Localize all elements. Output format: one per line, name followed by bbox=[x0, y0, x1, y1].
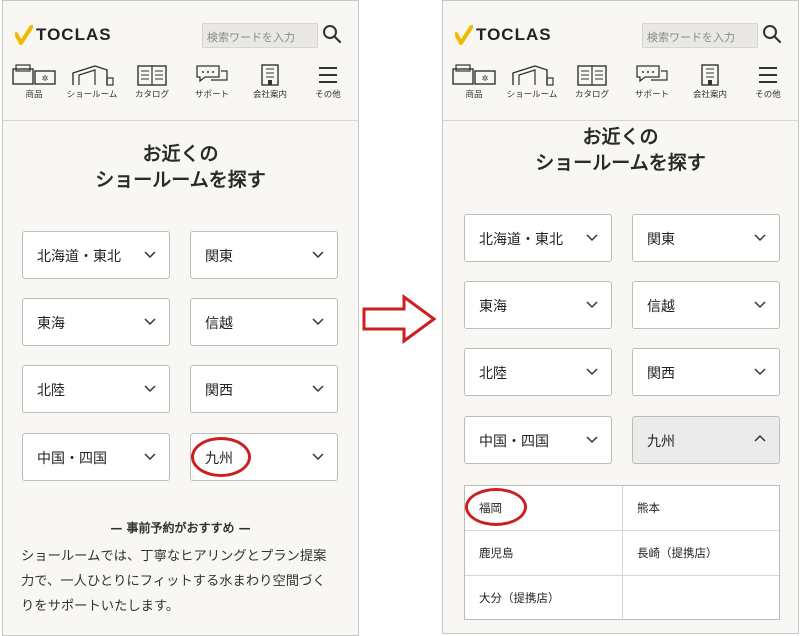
promo-heading: — 事前予約がおすすめ — bbox=[110, 521, 251, 535]
region-select-hokuriku[interactable]: 北陸 bbox=[22, 365, 170, 413]
toclas-logo[interactable]: TOCLAS bbox=[15, 25, 112, 45]
nav-item-showroom[interactable]: ショールーム bbox=[503, 63, 561, 111]
chevron-down-icon bbox=[312, 453, 324, 461]
logo-check-icon bbox=[455, 25, 473, 45]
svg-text:✲: ✲ bbox=[482, 74, 489, 83]
region-select-hokkaido-tohoku[interactable]: 北海道・東北 bbox=[464, 214, 612, 262]
region-select-tokai[interactable]: 東海 bbox=[464, 281, 612, 329]
catalog-icon bbox=[577, 65, 607, 86]
page-title: お近くの ショールームを探す bbox=[95, 143, 266, 191]
chevron-down-icon bbox=[754, 301, 766, 309]
product-icon: ✲ bbox=[452, 64, 496, 85]
nav-item-more[interactable]: その他 bbox=[739, 63, 797, 111]
showroom-option-kagoshima[interactable]: 鹿児島 bbox=[465, 531, 623, 576]
chevron-down-icon bbox=[312, 385, 324, 393]
region-select-kanto[interactable]: 関東 bbox=[632, 214, 780, 262]
search-icon[interactable] bbox=[761, 23, 783, 45]
region-select-kyushu-open[interactable]: 九州 bbox=[632, 416, 780, 464]
main-nav: ✲ 商品 ショールーム カタログ サポート 会社案内 その他 bbox=[443, 63, 798, 111]
catalog-icon bbox=[137, 65, 167, 86]
chevron-down-icon bbox=[586, 368, 598, 376]
nav-item-products[interactable]: ✲ 商品 bbox=[5, 63, 63, 111]
region-select-kansai[interactable]: 関西 bbox=[632, 348, 780, 396]
menu-icon bbox=[319, 67, 337, 83]
nav-item-company[interactable]: 会社案内 bbox=[681, 63, 739, 111]
nav-item-support[interactable]: サポート bbox=[623, 63, 681, 111]
chevron-down-icon bbox=[312, 318, 324, 326]
nav-item-support[interactable]: サポート bbox=[183, 63, 241, 111]
chevron-down-icon bbox=[586, 436, 598, 444]
showroom-option-oita[interactable]: 大分（提携店） bbox=[465, 576, 623, 621]
support-icon bbox=[636, 65, 668, 83]
chevron-down-icon bbox=[144, 453, 156, 461]
region-select-hokuriku[interactable]: 北陸 bbox=[464, 348, 612, 396]
search-input[interactable]: 検索ワードを入力 bbox=[642, 23, 758, 48]
nav-item-more[interactable]: その他 bbox=[299, 63, 357, 111]
empty-cell bbox=[623, 576, 781, 621]
chevron-down-icon bbox=[586, 301, 598, 309]
search-input[interactable]: 検索ワードを入力 bbox=[202, 23, 318, 48]
region-select-shinetsu[interactable]: 信越 bbox=[190, 298, 338, 346]
showroom-icon bbox=[512, 65, 554, 86]
chevron-down-icon bbox=[586, 234, 598, 242]
nav-item-showroom[interactable]: ショールーム bbox=[63, 63, 121, 111]
page-title: お近くの ショールームを探す bbox=[535, 126, 706, 174]
phone-screen-before: TOCLAS 検索ワードを入力 ✲ 商品 ショールーム カタログ サポート 会社… bbox=[2, 0, 359, 636]
logo-text: TOCLAS bbox=[476, 25, 552, 44]
region-select-hokkaido-tohoku[interactable]: 北海道・東北 bbox=[22, 231, 170, 279]
nav-item-company[interactable]: 会社案内 bbox=[241, 63, 299, 111]
highlight-circle bbox=[465, 488, 527, 526]
svg-text:✲: ✲ bbox=[42, 74, 49, 83]
chevron-down-icon bbox=[312, 251, 324, 259]
region-select-chugoku-shikoku[interactable]: 中国・四国 bbox=[464, 416, 612, 464]
showroom-icon bbox=[72, 65, 114, 86]
logo-check-icon bbox=[15, 25, 33, 45]
logo-text: TOCLAS bbox=[36, 25, 112, 44]
main-nav: ✲ 商品 ショールーム カタログ サポート 会社案内 その他 bbox=[3, 63, 358, 111]
transition-arrow-icon bbox=[362, 294, 437, 344]
chevron-down-icon bbox=[754, 234, 766, 242]
nav-item-products[interactable]: ✲ 商品 bbox=[445, 63, 503, 111]
search-icon[interactable] bbox=[321, 23, 343, 45]
toclas-logo[interactable]: TOCLAS bbox=[455, 25, 552, 45]
product-icon: ✲ bbox=[12, 64, 56, 85]
region-select-shinetsu[interactable]: 信越 bbox=[632, 281, 780, 329]
region-select-tokai[interactable]: 東海 bbox=[22, 298, 170, 346]
chevron-down-icon bbox=[144, 385, 156, 393]
showroom-option-nagasaki[interactable]: 長崎（提携店） bbox=[623, 531, 781, 576]
menu-icon bbox=[759, 67, 777, 83]
region-select-kanto[interactable]: 関東 bbox=[190, 231, 338, 279]
nav-item-catalog[interactable]: カタログ bbox=[123, 63, 181, 111]
chevron-up-icon bbox=[754, 434, 766, 442]
highlight-circle bbox=[191, 437, 251, 477]
chevron-down-icon bbox=[144, 251, 156, 259]
company-icon bbox=[701, 64, 719, 86]
site-header: TOCLAS 検索ワードを入力 ✲ 商品 ショールーム カタログ サポート 会社… bbox=[443, 1, 798, 121]
company-icon bbox=[261, 64, 279, 86]
site-header: TOCLAS 検索ワードを入力 ✲ 商品 ショールーム カタログ サポート 会社… bbox=[3, 1, 358, 121]
phone-screen-after: TOCLAS 検索ワードを入力 ✲ 商品 ショールーム カタログ サポート 会社… bbox=[442, 0, 799, 634]
support-icon bbox=[196, 65, 228, 83]
chevron-down-icon bbox=[754, 368, 766, 376]
region-select-chugoku-shikoku[interactable]: 中国・四国 bbox=[22, 433, 170, 481]
region-select-kansai[interactable]: 関西 bbox=[190, 365, 338, 413]
promo-text: ショールームでは、丁寧なヒアリングとプラン提案 力で、一人ひとりにフィットする水… bbox=[21, 549, 327, 614]
showroom-option-kumamoto[interactable]: 熊本 bbox=[623, 486, 781, 531]
nav-item-catalog[interactable]: カタログ bbox=[563, 63, 621, 111]
chevron-down-icon bbox=[144, 318, 156, 326]
